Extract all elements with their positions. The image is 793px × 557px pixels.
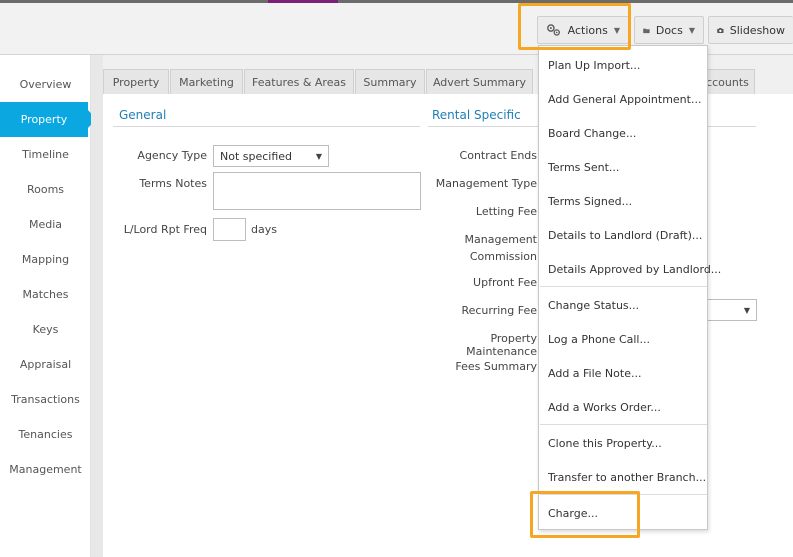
general-section-title: General [119, 108, 167, 122]
slideshow-button-label: Slideshow [729, 23, 785, 37]
actions-dropdown-menu: Plan Up Import... Add General Appointmen… [538, 45, 721, 530]
sidebar-item-management[interactable]: Management [0, 452, 91, 487]
tab-property[interactable]: Property [103, 69, 169, 95]
docs-button[interactable]: Docs ▼ [634, 16, 704, 44]
rental-section-title: Rental Specific [432, 108, 521, 122]
docs-button-label: Docs [655, 23, 683, 37]
upfront-fee-label: Upfront Fee [473, 276, 537, 289]
menu-item-transfer-branch[interactable]: Transfer to another Branch... [540, 460, 707, 494]
top-accent-line [0, 0, 793, 3]
folder-icon [643, 28, 650, 33]
sidebar-item-tenancies[interactable]: Tenancies [0, 417, 91, 452]
management-label: Management [464, 233, 537, 246]
tab-marketing[interactable]: Marketing [170, 69, 243, 95]
menu-item-details-to-landlord[interactable]: Details to Landlord (Draft)... [540, 218, 707, 252]
sidebar-item-matches[interactable]: Matches [0, 277, 91, 312]
commission-label: Commission [469, 250, 537, 263]
sidebar-item-media[interactable]: Media [0, 207, 91, 242]
menu-item-add-works-order[interactable]: Add a Works Order... [540, 390, 707, 424]
menu-item-change-status[interactable]: Change Status... [540, 288, 707, 322]
menu-item-plan-up-import[interactable]: Plan Up Import... [540, 48, 707, 82]
chevron-down-icon: ▼ [315, 151, 322, 161]
menu-item-clone-property[interactable]: Clone this Property... [540, 426, 707, 460]
management-type-label: Management Type [435, 177, 537, 190]
property-maintenance-label: Property Maintenance [466, 332, 537, 358]
agency-type-value: Not specified [220, 149, 293, 163]
agency-type-label: Agency Type [137, 149, 207, 162]
chevron-down-icon: ▼ [743, 305, 750, 315]
sidebar: Overview Property Timeline Rooms Media M… [0, 55, 96, 557]
sidebar-item-mapping[interactable]: Mapping [0, 242, 91, 277]
letting-fee-label: Letting Fee [475, 205, 537, 218]
actions-button[interactable]: Actions ▼ [537, 16, 629, 44]
tab-features-areas[interactable]: Features & Areas [244, 69, 354, 95]
camera-icon [717, 27, 724, 33]
menu-separator [540, 286, 707, 287]
menu-item-add-general-appointment[interactable]: Add General Appointment... [540, 82, 707, 116]
chevron-down-icon: ▼ [688, 25, 695, 35]
recurring-fee-label: Recurring Fee [461, 304, 537, 317]
agency-type-select[interactable]: Not specified ▼ [213, 145, 329, 167]
menu-item-charge[interactable]: Charge... [540, 496, 707, 530]
menu-item-terms-signed[interactable]: Terms Signed... [540, 184, 707, 218]
sidebar-item-rooms[interactable]: Rooms [0, 172, 91, 207]
recurring-fee-select[interactable]: ▼ [706, 299, 757, 321]
fees-summary-label: Fees Summary [455, 360, 537, 373]
days-label: days [251, 223, 277, 236]
menu-item-details-approved[interactable]: Details Approved by Landlord... [540, 252, 721, 286]
menu-item-log-phone-call[interactable]: Log a Phone Call... [540, 322, 707, 356]
contract-ends-label: Contract Ends [459, 149, 537, 162]
tab-accounts[interactable]: ccounts [700, 69, 755, 95]
sidebar-gutter [91, 55, 103, 557]
lord-rpt-freq-label: L/Lord Rpt Freq [123, 223, 207, 236]
menu-item-terms-sent[interactable]: Terms Sent... [540, 150, 707, 184]
menu-item-add-file-note[interactable]: Add a File Note... [540, 356, 707, 390]
slideshow-button[interactable]: Slideshow [708, 16, 793, 44]
gears-icon [547, 24, 560, 36]
sidebar-item-keys[interactable]: Keys [0, 312, 91, 347]
brand-accent-bar [268, 0, 338, 3]
sidebar-item-appraisal[interactable]: Appraisal [0, 347, 91, 382]
terms-notes-label: Terms Notes [139, 177, 207, 190]
tab-advert-summary[interactable]: Advert Summary [426, 69, 533, 95]
sidebar-item-overview[interactable]: Overview [0, 67, 91, 102]
terms-notes-textarea[interactable] [213, 172, 421, 210]
menu-separator [540, 424, 707, 425]
menu-separator [540, 494, 707, 495]
sidebar-item-transactions[interactable]: Transactions [0, 382, 91, 417]
menu-item-board-change[interactable]: Board Change... [540, 116, 707, 150]
general-divider [113, 126, 420, 127]
sidebar-item-property[interactable]: Property [0, 102, 96, 137]
chevron-down-icon: ▼ [613, 25, 620, 35]
sidebar-item-timeline[interactable]: Timeline [0, 137, 91, 172]
actions-button-label: Actions [567, 23, 608, 37]
tab-summary[interactable]: Summary [355, 69, 425, 95]
lord-rpt-freq-input[interactable] [213, 218, 246, 241]
